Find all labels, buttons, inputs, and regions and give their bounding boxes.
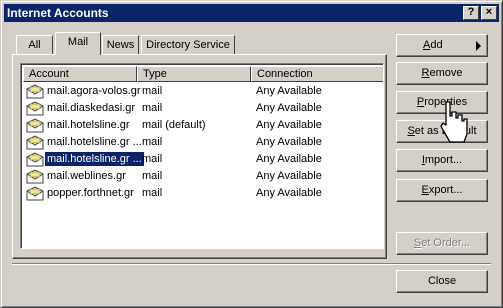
mail-account-icon bbox=[26, 101, 44, 116]
account-type: mail (default) bbox=[142, 119, 206, 131]
help-button[interactable]: ? bbox=[463, 6, 479, 20]
account-type: mail bbox=[142, 136, 163, 148]
account-type: mail bbox=[142, 153, 163, 165]
add-button[interactable]: Add bbox=[396, 34, 488, 57]
tab-directory-service[interactable]: Directory Service bbox=[141, 35, 235, 55]
mail-account-icon bbox=[26, 169, 44, 184]
tab-mail[interactable]: Mail bbox=[55, 32, 101, 55]
mail-account-icon bbox=[26, 186, 44, 201]
table-row[interactable]: mail.agora-volos.gr mail Any Available bbox=[23, 83, 381, 100]
account-cell: popper.forthnet.gr bbox=[45, 185, 136, 202]
table-row[interactable]: mail.hotelsline.gr ... mail Any Available bbox=[23, 151, 381, 168]
account-type: mail bbox=[142, 170, 163, 182]
table-row[interactable]: mail.weblines.gr mail Any Available bbox=[23, 168, 381, 185]
account-connection: Any Available bbox=[256, 170, 322, 182]
account-connection: Any Available bbox=[256, 119, 322, 131]
remove-button[interactable]: Remove bbox=[396, 62, 488, 85]
account-cell: mail.hotelsline.gr bbox=[45, 117, 132, 134]
add-label-post: dd bbox=[430, 39, 443, 51]
window-title: Internet Accounts bbox=[7, 6, 109, 20]
table-row[interactable]: mail.hotelsline.gr ... mail Any Available bbox=[23, 134, 381, 151]
mail-account-icon bbox=[26, 118, 44, 133]
set-order-button[interactable]: Set Order... bbox=[396, 232, 488, 255]
tab-all-label: All bbox=[28, 39, 41, 51]
tab-all[interactable]: All bbox=[16, 35, 53, 55]
account-connection: Any Available bbox=[256, 136, 322, 148]
title-bar[interactable]: Internet Accounts ? × bbox=[4, 4, 499, 22]
account-connection: Any Available bbox=[256, 153, 322, 165]
account-name: mail.hotelsline.gr ... bbox=[44, 151, 145, 167]
tab-mail-label: Mail bbox=[67, 36, 89, 48]
account-cell: mail.diaskedasi.gr bbox=[45, 100, 137, 117]
submenu-arrow-icon bbox=[476, 41, 481, 51]
mail-account-icon bbox=[26, 152, 44, 167]
column-header-connection[interactable]: Connection bbox=[251, 66, 383, 82]
account-name: mail.agora-volos.gr bbox=[47, 85, 141, 97]
account-name: mail.hotelsline.gr ... bbox=[47, 136, 142, 148]
account-connection: Any Available bbox=[256, 187, 322, 199]
export-label-key: E bbox=[421, 184, 429, 196]
account-name: mail.weblines.gr bbox=[47, 170, 126, 182]
tab-news-label: News bbox=[106, 39, 135, 51]
close-button[interactable]: Close bbox=[396, 270, 488, 293]
hand-cursor-icon bbox=[440, 101, 468, 143]
account-type: mail bbox=[142, 102, 163, 114]
export-label-post: xport... bbox=[428, 184, 463, 196]
mail-account-icon bbox=[26, 135, 44, 150]
account-name: mail.hotelsline.gr bbox=[47, 119, 130, 131]
account-type: mail bbox=[142, 85, 163, 97]
table-row[interactable]: mail.diaskedasi.gr mail Any Available bbox=[23, 100, 381, 117]
account-cell: mail.hotelsline.gr ... bbox=[45, 134, 144, 151]
account-cell: mail.agora-volos.gr bbox=[45, 83, 143, 100]
import-button[interactable]: Import... bbox=[396, 149, 488, 172]
account-name: popper.forthnet.gr bbox=[47, 187, 134, 199]
table-row[interactable]: mail.hotelsline.gr mail (default) Any Avai… bbox=[23, 117, 381, 134]
set-default-label-key: S bbox=[407, 125, 415, 137]
close-label: Close bbox=[427, 275, 457, 287]
account-cell: mail.hotelsline.gr ... bbox=[44, 151, 145, 168]
account-connection: Any Available bbox=[256, 102, 322, 114]
mail-account-icon bbox=[26, 84, 44, 99]
tab-news[interactable]: News bbox=[102, 35, 139, 55]
column-header-account[interactable]: Account bbox=[23, 66, 137, 82]
account-name: mail.diaskedasi.gr bbox=[47, 102, 136, 114]
list-header: Account Type Connection bbox=[23, 66, 383, 82]
divider bbox=[12, 263, 491, 265]
account-type: mail bbox=[142, 187, 163, 199]
export-button[interactable]: Export... bbox=[396, 179, 488, 202]
column-header-type[interactable]: Type bbox=[137, 66, 251, 82]
set-order-label-post: et Order... bbox=[421, 237, 471, 249]
tab-directory-service-label: Directory Service bbox=[146, 39, 230, 51]
account-cell: mail.weblines.gr bbox=[45, 168, 128, 185]
remove-label-post: emove bbox=[429, 67, 463, 79]
close-window-button[interactable]: × bbox=[481, 6, 497, 20]
account-connection: Any Available bbox=[256, 85, 322, 97]
import-label-post: mport... bbox=[424, 154, 463, 166]
accounts-list[interactable]: Account Type Connection mail.agora-volos… bbox=[20, 63, 384, 249]
table-row[interactable]: popper.forthnet.gr mail Any Available bbox=[23, 185, 381, 202]
